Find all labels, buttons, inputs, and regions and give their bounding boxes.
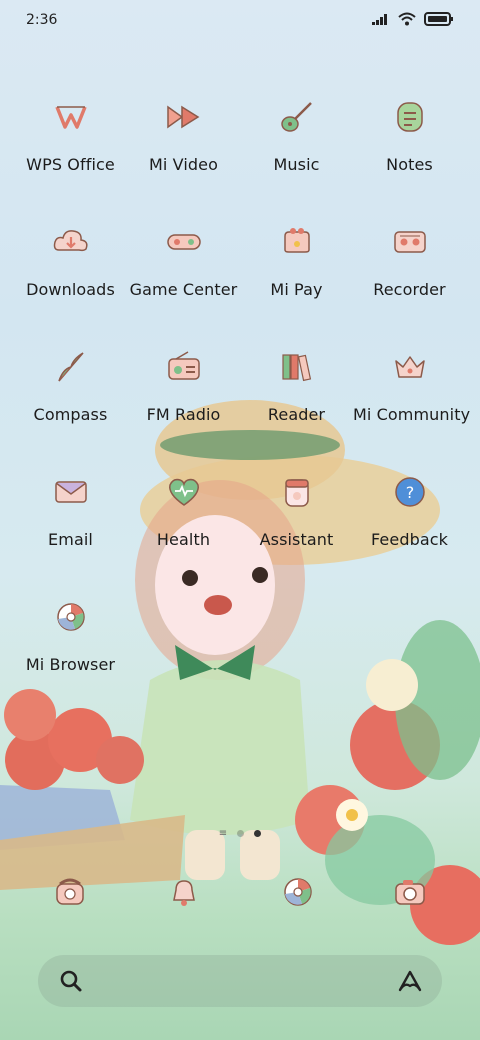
assistant-icon[interactable] <box>396 968 424 994</box>
wallet-icon <box>283 228 310 253</box>
app-mi-browser[interactable]: Mi Browser <box>14 595 127 674</box>
app-label: Email <box>48 530 93 549</box>
app-label: WPS Office <box>26 155 115 174</box>
app-label: Compass <box>33 405 108 424</box>
heart-icon <box>168 478 199 506</box>
recorder-icon <box>393 231 426 253</box>
app-label: Mi Browser <box>25 655 116 674</box>
app-label: Reader <box>267 405 326 424</box>
app-label: Game Center <box>129 280 238 299</box>
status-time: 2:36 <box>26 12 58 28</box>
radio-icon <box>167 351 200 380</box>
menu-lines-icon: ≡ <box>218 828 228 839</box>
app-game-center[interactable]: Game Center <box>127 220 240 299</box>
dock <box>0 870 480 920</box>
app-health[interactable]: Health <box>127 470 240 549</box>
question-icon: ? <box>394 477 425 507</box>
compass-icon <box>57 352 84 382</box>
app-label: Recorder <box>373 280 446 299</box>
dock-browser[interactable] <box>276 870 320 914</box>
app-label: Notes <box>386 155 433 174</box>
search-icon <box>60 970 82 992</box>
app-reader[interactable]: Reader <box>240 345 353 424</box>
app-label: FM Radio <box>146 405 221 424</box>
envelope-icon <box>54 481 87 503</box>
app-recorder[interactable]: Recorder <box>353 220 466 299</box>
app-fm-radio[interactable]: FM Radio <box>127 345 240 424</box>
app-assistant[interactable]: Assistant <box>240 470 353 549</box>
page-dot-active[interactable] <box>254 830 262 837</box>
app-mi-video[interactable]: Mi Video <box>127 95 240 174</box>
status-bar: 2:36 <box>0 0 480 44</box>
play-icon <box>166 105 199 129</box>
app-label: Mi Video <box>149 155 218 174</box>
wps-office-icon <box>54 106 87 129</box>
download-cloud-icon <box>53 230 88 252</box>
notes-icon <box>396 102 423 132</box>
jar-icon <box>284 479 309 507</box>
page-dot[interactable] <box>237 830 245 837</box>
app-email[interactable]: Email <box>14 470 127 549</box>
app-label: Assistant <box>259 530 334 549</box>
dock-phone[interactable] <box>48 870 92 914</box>
app-label: Music <box>273 155 320 174</box>
app-label: Health <box>156 530 211 549</box>
app-feedback[interactable]: ? Feedback <box>353 470 466 549</box>
browser-icon <box>284 878 312 906</box>
crown-icon <box>394 356 425 378</box>
dock-bell[interactable] <box>162 870 206 914</box>
camera-icon <box>395 880 425 905</box>
phone-icon <box>56 878 84 905</box>
app-label: Mi Community <box>353 405 471 424</box>
books-icon <box>281 354 311 382</box>
app-downloads[interactable]: Downloads <box>14 220 127 299</box>
app-label: Mi Pay <box>270 280 323 299</box>
app-mi-community[interactable]: Mi Community <box>353 345 471 424</box>
bell-icon <box>173 880 195 906</box>
app-mi-pay[interactable]: Mi Pay <box>240 220 353 299</box>
wifi-icon <box>398 12 416 26</box>
signal-icon <box>372 14 387 25</box>
page-indicator[interactable]: ≡ <box>0 828 480 839</box>
svg-text:?: ? <box>405 483 414 502</box>
guitar-icon <box>280 102 312 132</box>
app-label: Feedback <box>371 530 448 549</box>
app-wps-office[interactable]: WPS Office <box>14 95 127 174</box>
battery-icon <box>424 12 453 26</box>
app-music[interactable]: Music <box>240 95 353 174</box>
app-compass[interactable]: Compass <box>14 345 127 424</box>
browser-icon <box>56 603 85 631</box>
search-bar[interactable] <box>38 955 442 1007</box>
app-notes[interactable]: Notes <box>353 95 466 174</box>
gamepad-icon <box>166 234 201 250</box>
dock-camera[interactable] <box>388 870 432 914</box>
app-label: Downloads <box>26 280 115 299</box>
